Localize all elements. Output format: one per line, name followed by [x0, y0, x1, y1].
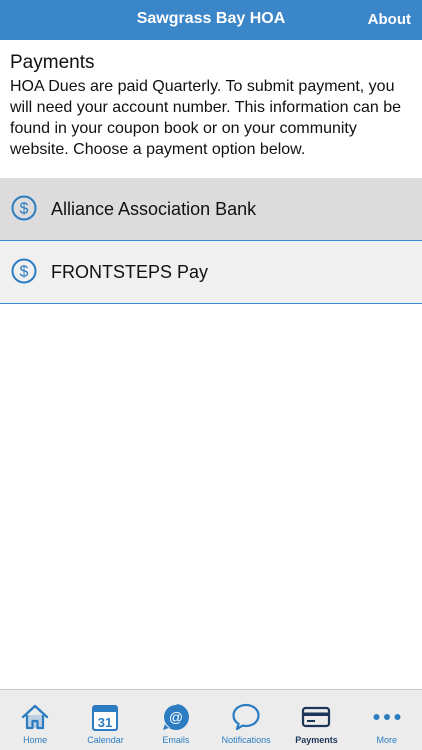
- page-title: Payments: [10, 52, 95, 73]
- payments-intro: Payments HOA Dues are paid Quarterly. To…: [10, 52, 414, 160]
- payment-options-list: $ Alliance Association Bank $ FRONTSTEPS…: [0, 178, 422, 304]
- tab-label: Calendar: [87, 735, 124, 745]
- speech-bubble-icon: [232, 703, 260, 731]
- tab-payments[interactable]: Payments: [281, 690, 351, 750]
- tab-home[interactable]: Home: [0, 690, 70, 750]
- tab-label: Emails: [162, 735, 190, 745]
- tab-label: Home: [23, 735, 48, 745]
- tab-label: Notifications: [221, 735, 271, 745]
- payment-option-label: FRONTSTEPS Pay: [51, 262, 209, 282]
- home-icon: [21, 704, 49, 730]
- tab-label: Payments: [295, 735, 338, 745]
- tab-emails[interactable]: @ Emails: [141, 690, 211, 750]
- app-screen: Sawgrass Bay HOA About Payments HOA Dues…: [0, 0, 422, 750]
- bottom-tab-bar: Home 31 Calendar @ Emails Notifications: [0, 689, 422, 750]
- payment-option-label: Alliance Association Bank: [51, 199, 257, 219]
- calendar-day-text: 31: [98, 715, 112, 730]
- payment-option-frontsteps-pay[interactable]: $ FRONTSTEPS Pay: [0, 241, 422, 304]
- svg-text:$: $: [20, 201, 29, 218]
- payments-description: HOA Dues are paid Quarterly. To submit p…: [10, 78, 402, 158]
- about-button[interactable]: About: [368, 0, 411, 40]
- top-bar: Sawgrass Bay HOA About: [0, 0, 422, 40]
- calendar-icon: 31: [92, 705, 119, 731]
- credit-card-icon: [302, 706, 331, 728]
- more-dots-icon: [373, 714, 401, 720]
- payment-option-alliance-association-bank[interactable]: $ Alliance Association Bank: [0, 178, 422, 241]
- tab-label: More: [376, 735, 398, 745]
- app-title: Sawgrass Bay HOA: [136, 10, 286, 27]
- dollar-circle-icon: $: [11, 195, 37, 221]
- svg-text:$: $: [20, 264, 29, 281]
- email-at-icon: @: [162, 704, 189, 730]
- tab-notifications[interactable]: Notifications: [211, 690, 281, 750]
- svg-text:@: @: [169, 709, 183, 725]
- dollar-circle-icon: $: [11, 258, 37, 284]
- tab-more[interactable]: More: [352, 690, 422, 750]
- tab-calendar[interactable]: 31 Calendar: [70, 690, 140, 750]
